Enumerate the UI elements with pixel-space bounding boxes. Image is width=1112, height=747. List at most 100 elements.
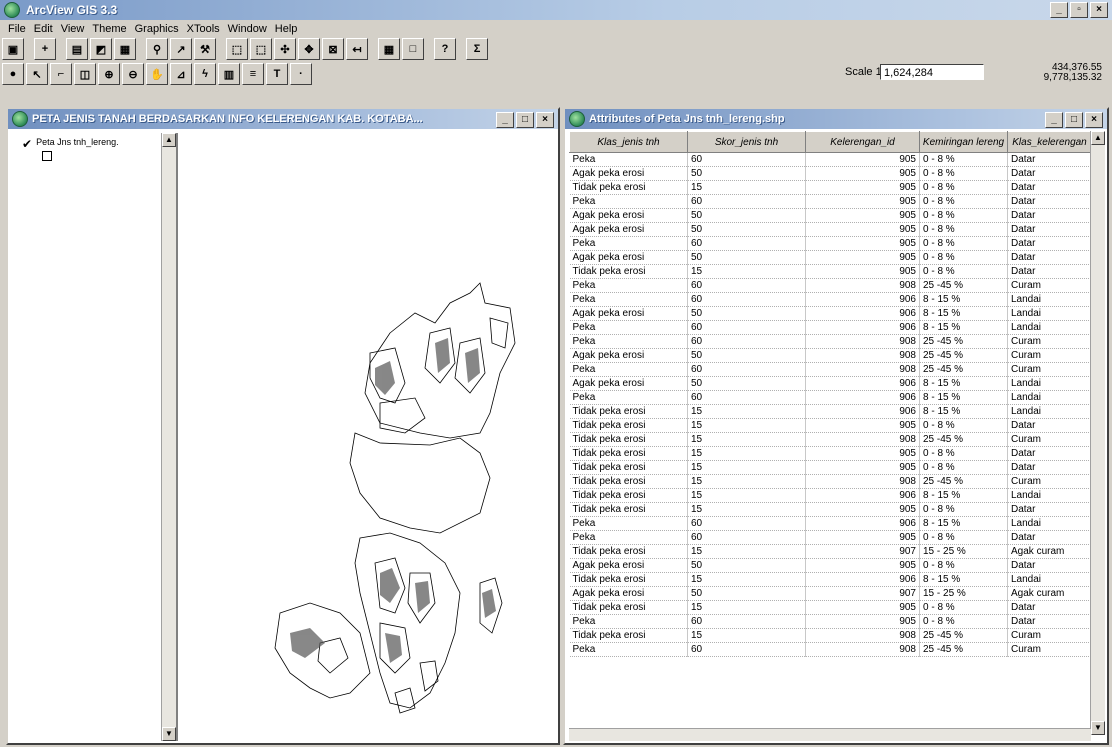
table-cell[interactable]: 25 -45 % [919, 334, 1008, 349]
table-cell[interactable]: Datar [1007, 502, 1091, 517]
table-cell[interactable]: Datar [1007, 264, 1091, 279]
area-of-interest-icon[interactable]: ▥ [218, 63, 240, 85]
table-cell[interactable]: Curam [1007, 362, 1091, 377]
query-builder-icon[interactable]: ⚒ [194, 38, 216, 60]
table-cell[interactable]: 0 - 8 % [919, 558, 1008, 573]
table-cell[interactable]: 25 -45 % [919, 278, 1008, 293]
table-cell[interactable]: 908 [805, 278, 920, 293]
table-cell[interactable]: 906 [805, 306, 920, 321]
table-cell[interactable]: 0 - 8 % [919, 264, 1008, 279]
table-cell[interactable]: 905 [805, 236, 920, 251]
table-cell[interactable]: Peka [569, 278, 688, 293]
zoom-selected-icon[interactable]: ✣ [274, 38, 296, 60]
table-cell[interactable]: 905 [805, 208, 920, 223]
table-cell[interactable]: 15 [687, 544, 806, 559]
table-cell[interactable]: Datar [1007, 222, 1091, 237]
table-cell[interactable]: Agak curam [1007, 544, 1091, 559]
table-cell[interactable]: Curam [1007, 474, 1091, 489]
table-cell[interactable]: Datar [1007, 614, 1091, 629]
table-close-button[interactable]: × [1085, 112, 1103, 128]
table-cell[interactable]: Datar [1007, 460, 1091, 475]
open-table-icon[interactable]: ▦ [114, 38, 136, 60]
table-row[interactable]: Agak peka erosi 50 905 0 - 8 % Datar [569, 166, 1091, 181]
table-row[interactable]: Tidak peka erosi 15 906 8 - 15 % Landai [569, 488, 1091, 503]
table-cell[interactable]: Landai [1007, 320, 1091, 335]
table-cell[interactable]: 60 [687, 320, 806, 335]
table-cell[interactable]: 0 - 8 % [919, 166, 1008, 181]
zoom-full-extent-icon[interactable]: ⬚ [226, 38, 248, 60]
table-row[interactable]: Peka 60 905 0 - 8 % Datar [569, 236, 1091, 251]
table-row[interactable]: Agak peka erosi 50 906 8 - 15 % Landai [569, 376, 1091, 391]
table-cell[interactable]: Datar [1007, 208, 1091, 223]
table-row[interactable]: Agak peka erosi 50 905 0 - 8 % Datar [569, 208, 1091, 223]
table-cell[interactable]: Peka [569, 390, 688, 405]
table-cell[interactable]: Curam [1007, 628, 1091, 643]
table-cell[interactable]: 15 [687, 264, 806, 279]
table-cell[interactable]: Datar [1007, 250, 1091, 265]
table-cell[interactable]: 15 [687, 446, 806, 461]
menu-window[interactable]: Window [228, 23, 267, 35]
table-cell[interactable]: 906 [805, 404, 920, 419]
table-cell[interactable]: 50 [687, 166, 806, 181]
table-cell[interactable]: 25 -45 % [919, 474, 1008, 489]
table-cell[interactable]: Tidak peka erosi [569, 180, 688, 195]
table-cell[interactable]: 15 [687, 488, 806, 503]
table-cell[interactable]: 0 - 8 % [919, 180, 1008, 195]
table-cell[interactable]: 0 - 8 % [919, 530, 1008, 545]
table-row[interactable]: Peka 60 908 25 -45 % Curam [569, 362, 1091, 377]
table-scroll-down-arrow[interactable]: ▼ [1091, 721, 1105, 735]
toc-layer-item[interactable]: ✔ Peta Jns tnh_lereng. [22, 137, 119, 151]
table-cell[interactable]: Curam [1007, 334, 1091, 349]
table-cell[interactable]: 0 - 8 % [919, 460, 1008, 475]
table-cell[interactable]: Datar [1007, 558, 1091, 573]
table-cell[interactable]: 906 [805, 376, 920, 391]
map-display[interactable] [180, 133, 554, 741]
table-cell[interactable]: 908 [805, 362, 920, 377]
table-cell[interactable]: 0 - 8 % [919, 502, 1008, 517]
table-cell[interactable]: Tidak peka erosi [569, 600, 688, 615]
table-cell[interactable]: 905 [805, 264, 920, 279]
toc-scroll-up-arrow[interactable]: ▲ [162, 133, 176, 147]
table-cell[interactable]: Datar [1007, 600, 1091, 615]
table-cell[interactable]: 15 [687, 628, 806, 643]
help-icon[interactable]: ? [434, 38, 456, 60]
table-row[interactable]: Tidak peka erosi 15 906 8 - 15 % Landai [569, 404, 1091, 419]
table-cell[interactable]: 8 - 15 % [919, 376, 1008, 391]
table-cell[interactable]: Agak peka erosi [569, 348, 688, 363]
table-cell[interactable]: Tidak peka erosi [569, 502, 688, 517]
table-row[interactable]: Peka 60 906 8 - 15 % Landai [569, 320, 1091, 335]
table-cell[interactable]: Agak curam [1007, 586, 1091, 601]
table-cell[interactable]: 15 - 25 % [919, 544, 1008, 559]
column-header[interactable]: Klas_kelerengan [1007, 131, 1091, 153]
table-cell[interactable]: Tidak peka erosi [569, 446, 688, 461]
table-cell[interactable]: 908 [805, 642, 920, 657]
table-cell[interactable]: Landai [1007, 488, 1091, 503]
table-cell[interactable]: 907 [805, 544, 920, 559]
table-cell[interactable]: Curam [1007, 432, 1091, 447]
table-cell[interactable]: 0 - 8 % [919, 600, 1008, 615]
table-cell[interactable]: 60 [687, 278, 806, 293]
table-cell[interactable]: Tidak peka erosi [569, 544, 688, 559]
table-cell[interactable]: 15 [687, 502, 806, 517]
menu-view[interactable]: View [61, 23, 85, 35]
table-cell[interactable]: 50 [687, 222, 806, 237]
menu-edit[interactable]: Edit [34, 23, 53, 35]
table-cell[interactable]: 60 [687, 152, 806, 167]
view-minimize-button[interactable]: _ [496, 112, 514, 128]
theme-properties-icon[interactable]: ▤ [66, 38, 88, 60]
scale-input[interactable]: 1,624,284 [880, 64, 984, 80]
table-cell[interactable]: 905 [805, 418, 920, 433]
table-cell[interactable]: 8 - 15 % [919, 572, 1008, 587]
table-cell[interactable]: 906 [805, 488, 920, 503]
table-row[interactable]: Tidak peka erosi 15 906 8 - 15 % Landai [569, 572, 1091, 587]
table-cell[interactable]: Tidak peka erosi [569, 264, 688, 279]
close-button[interactable]: × [1090, 2, 1108, 18]
table-row[interactable]: Agak peka erosi 50 905 0 - 8 % Datar [569, 222, 1091, 237]
table-cell[interactable]: 60 [687, 390, 806, 405]
table-row[interactable]: Peka 60 906 8 - 15 % Landai [569, 292, 1091, 307]
table-cell[interactable]: 0 - 8 % [919, 208, 1008, 223]
view-maximize-button[interactable]: □ [516, 112, 534, 128]
table-cell[interactable]: Agak peka erosi [569, 376, 688, 391]
table-cell[interactable]: Peka [569, 516, 688, 531]
table-row[interactable]: Peka 60 905 0 - 8 % Datar [569, 152, 1091, 167]
